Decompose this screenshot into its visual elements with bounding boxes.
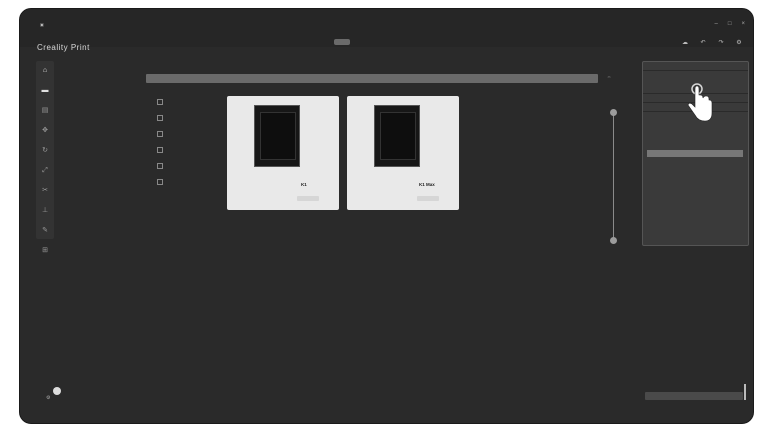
paint-icon[interactable]: ✎	[38, 225, 52, 237]
printer-card-k1[interactable]: K1	[227, 96, 339, 210]
settings-icon[interactable]: ⚙	[733, 39, 745, 49]
move-icon[interactable]: ✥	[38, 125, 52, 137]
cut-icon[interactable]: ✂	[38, 185, 52, 197]
support-icon[interactable]: ⊥	[38, 205, 52, 217]
layer-slider-bottom-handle[interactable]	[610, 237, 617, 244]
minimize-icon[interactable]: –	[715, 21, 718, 27]
panel-row[interactable]	[647, 159, 743, 166]
main-tabs	[334, 39, 402, 45]
printer-image	[374, 105, 420, 167]
pointer-hand-icon	[687, 83, 713, 122]
checkbox[interactable]	[157, 147, 163, 153]
view-toggle-button[interactable]: ▭	[600, 75, 618, 89]
filter-item[interactable]	[157, 147, 166, 153]
app-logo-icon: ▣	[40, 22, 44, 27]
layer-slider-track[interactable]	[613, 112, 614, 239]
rotate-icon[interactable]: ↻	[38, 145, 52, 157]
checkbox[interactable]	[157, 163, 163, 169]
slice-button[interactable]	[645, 392, 743, 400]
printer-card-k1-max[interactable]: K1 Max	[347, 96, 459, 210]
add-printer-button[interactable]	[297, 196, 319, 201]
add-printer-button[interactable]	[417, 196, 439, 201]
filter-item[interactable]	[157, 163, 166, 169]
tab-prepare[interactable]	[334, 39, 350, 45]
scale-icon[interactable]: ⤢	[38, 165, 52, 177]
printer-image	[254, 105, 300, 167]
gear-icon[interactable]: ⚙	[46, 395, 50, 401]
left-toolbar: ⌂ ▬ ▤ ✥ ↻ ⤢ ✂ ⊥ ✎ ⊞	[36, 61, 54, 254]
tab-preview[interactable]	[360, 39, 376, 45]
top-right-icons: ☁ ↶ ↷ ⚙	[679, 39, 745, 49]
panel-resize-handle[interactable]	[744, 384, 746, 400]
window-controls: – □ ×	[715, 21, 745, 27]
layer-slider-top-handle[interactable]	[610, 109, 617, 116]
redo-icon[interactable]: ↷	[715, 39, 727, 49]
tab-device[interactable]	[386, 39, 402, 45]
printer-icon[interactable]: ▬	[38, 85, 52, 97]
close-icon[interactable]: ×	[741, 21, 745, 27]
checkbox[interactable]	[157, 179, 163, 185]
printer-select-bar[interactable]	[146, 74, 598, 83]
layers-icon[interactable]: ▤	[38, 105, 52, 117]
home-icon[interactable]: ⌂	[38, 65, 52, 77]
printer-filter-list	[157, 99, 166, 195]
checkbox[interactable]	[157, 99, 163, 105]
checkbox[interactable]	[157, 115, 163, 121]
app-window: ▣ – □ × Creality Print ☁ ↶ ↷ ⚙ ⌂ ▬ ▤ ✥ ↻…	[19, 8, 754, 424]
printer-model-name: K1 Max	[419, 182, 435, 187]
cloud-icon[interactable]: ☁	[679, 39, 691, 49]
feedback-icon[interactable]	[53, 387, 61, 395]
filter-item[interactable]	[157, 179, 166, 185]
panel-section-printer[interactable]	[643, 62, 748, 71]
measure-icon[interactable]: ⊞	[38, 245, 52, 257]
menu-bar: ▣	[40, 22, 80, 27]
app-title: Creality Print	[37, 43, 90, 52]
maximize-icon[interactable]: □	[728, 21, 732, 27]
filter-item[interactable]	[157, 99, 166, 105]
checkbox[interactable]	[157, 131, 163, 137]
printer-model-name: K1	[301, 182, 307, 187]
panel-row-selected[interactable]	[647, 150, 743, 157]
filter-item[interactable]	[157, 115, 166, 121]
filter-item[interactable]	[157, 131, 166, 137]
undo-icon[interactable]: ↶	[697, 39, 709, 49]
